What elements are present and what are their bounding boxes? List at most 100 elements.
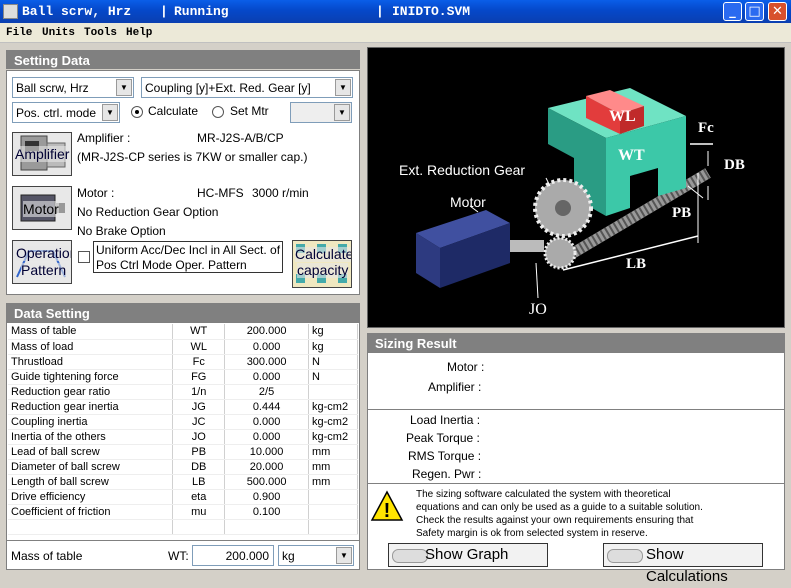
param-unit: [308, 504, 358, 520]
warning-text: The sizing software calculated the syste…: [416, 489, 703, 539]
edit-field-symbol: WT:: [168, 549, 189, 563]
menu-units[interactable]: Units: [42, 27, 75, 39]
param-value: 0.000: [224, 339, 309, 355]
table-row[interactable]: Length of ball screw LB 500.000 mm: [8, 474, 358, 490]
uniform-checkbox[interactable]: [78, 251, 90, 263]
menu-file[interactable]: File: [6, 27, 32, 39]
edit-field-label: Mass of table: [11, 549, 83, 563]
param-name: Lead of ball screw: [8, 444, 174, 460]
set-mtr-radio[interactable]: [212, 106, 224, 118]
db-label: DB: [724, 157, 745, 173]
param-value: 0.000: [224, 414, 309, 430]
param-unit: kg-cm2: [308, 399, 358, 415]
param-symbol: 1/n: [172, 384, 226, 400]
amplifier-button[interactable]: Amplifier: [12, 132, 72, 176]
param-symbol: PB: [172, 444, 226, 460]
amplifier-label: Amplifier :: [77, 131, 131, 145]
gear-diagram-label: Ext. Reduction Gear: [399, 162, 526, 178]
table-row[interactable]: Coupling inertia JC 0.000 kg-cm2: [8, 414, 358, 430]
param-name: Reduction gear ratio: [8, 384, 174, 400]
gear-hub: [555, 200, 571, 216]
param-unit: [308, 489, 358, 505]
small-gear: [543, 236, 577, 270]
set-mtr-label: Set Mtr: [230, 104, 269, 118]
param-name: Drive efficiency: [8, 489, 174, 505]
jo-label: JO: [529, 301, 547, 318]
data-setting-header: Data Setting: [6, 303, 360, 322]
param-value: 200.000: [224, 324, 309, 340]
table-row[interactable]: [8, 519, 358, 535]
table-row[interactable]: Guide tightening force FG 0.000 N: [8, 369, 358, 385]
motor-button[interactable]: Motor: [12, 186, 72, 230]
table-row[interactable]: Thrustload Fc 300.000 N: [8, 354, 358, 370]
param-symbol: FG: [172, 369, 226, 385]
gear-option: No Reduction Gear Option: [77, 205, 219, 219]
minimize-button[interactable]: _: [723, 2, 742, 21]
load-inertia-label: Load Inertia :: [410, 413, 481, 427]
maximize-button[interactable]: □: [745, 2, 764, 21]
param-symbol: eta: [172, 489, 226, 505]
param-symbol: LB: [172, 474, 226, 490]
table-row[interactable]: Mass of load WL 0.000 kg: [8, 339, 358, 355]
coupling: [508, 240, 544, 252]
toggle-icon: [607, 549, 643, 563]
table-row[interactable]: Reduction gear inertia JG 0.444 kg-cm2: [8, 399, 358, 415]
param-unit: N: [308, 354, 358, 370]
chevron-down-icon: ▼: [102, 104, 118, 121]
wt-label: WT: [618, 147, 645, 164]
machine-select[interactable]: Ball scrw, Hrz ▼: [12, 77, 134, 98]
menu-bar: File Units Tools Help: [0, 23, 791, 43]
result-divider: [368, 409, 784, 410]
window-status: Running: [174, 4, 229, 19]
mode-select[interactable]: Pos. ctrl. mode ▼: [12, 102, 120, 123]
data-divider: [7, 540, 359, 541]
result-motor-label: Motor :: [447, 360, 485, 374]
table-row[interactable]: Drive efficiency eta 0.900: [8, 489, 358, 505]
brake-option: No Brake Option: [77, 224, 166, 238]
table-row[interactable]: Inertia of the others JO 0.000 kg-cm2: [8, 429, 358, 445]
coupling-select[interactable]: Coupling [y]+Ext. Red. Gear [y] ▼: [141, 77, 353, 98]
param-name: [8, 519, 174, 535]
table-row[interactable]: Coefficient of friction mu 0.100: [8, 504, 358, 520]
param-value: 0.100: [224, 504, 309, 520]
fc-label: Fc: [698, 120, 714, 136]
pb-marker: [687, 185, 704, 199]
close-button[interactable]: ✕: [768, 2, 787, 21]
param-unit: [308, 519, 358, 535]
chevron-down-icon: ▼: [336, 547, 352, 564]
param-unit: mm: [308, 459, 358, 475]
menu-help[interactable]: Help: [126, 27, 152, 39]
edit-value-input[interactable]: 200.000: [192, 545, 274, 566]
setting-data-header: Setting Data: [6, 50, 360, 69]
sizing-result-header: Sizing Result: [367, 333, 785, 352]
show-graph-button[interactable]: Show Graph: [388, 543, 548, 567]
calculate-label: Calculate: [148, 104, 199, 118]
table-row[interactable]: Mass of table WT 200.000 kg: [8, 324, 358, 340]
title-bar: Ball scrw, Hrz | Running | INIDTO.SVM _ …: [0, 0, 791, 23]
calculate-capacity-button[interactable]: Calculate capacity: [292, 240, 352, 288]
table-row[interactable]: Diameter of ball screw DB 20.000 mm: [8, 459, 358, 475]
chevron-down-icon: ▼: [116, 79, 132, 96]
lb-label: LB: [626, 256, 647, 272]
show-calculations-button[interactable]: Show Calculations: [603, 543, 763, 585]
param-symbol: JO: [172, 429, 226, 445]
table-row[interactable]: Reduction gear ratio 1/n 2/5: [8, 384, 358, 400]
rms-torque-label: RMS Torque :: [408, 449, 482, 463]
uniform-label-1: Uniform Acc/Dec Incl in All Sect. of: [96, 243, 281, 257]
amplifier-note: (MR-J2S-CP series is 7KW or smaller cap.…: [77, 150, 308, 164]
param-unit: mm: [308, 444, 358, 460]
calculate-radio[interactable]: [131, 106, 143, 118]
motor-label: Motor :: [77, 186, 115, 200]
motor-speed: 3000 r/min: [252, 186, 309, 200]
param-name: Coefficient of friction: [8, 504, 174, 520]
param-unit: mm: [308, 474, 358, 490]
operation-pattern-button[interactable]: Operation Pattern: [12, 240, 72, 284]
table-row[interactable]: Lead of ball screw PB 10.000 mm: [8, 444, 358, 460]
param-symbol: mu: [172, 504, 226, 520]
edit-unit-select[interactable]: kg ▼: [278, 545, 354, 566]
param-unit: kg-cm2: [308, 429, 358, 445]
motor-select[interactable]: ▼: [290, 102, 352, 123]
param-unit: kg: [308, 324, 358, 340]
menu-tools[interactable]: Tools: [84, 27, 117, 39]
param-value: [224, 519, 309, 535]
